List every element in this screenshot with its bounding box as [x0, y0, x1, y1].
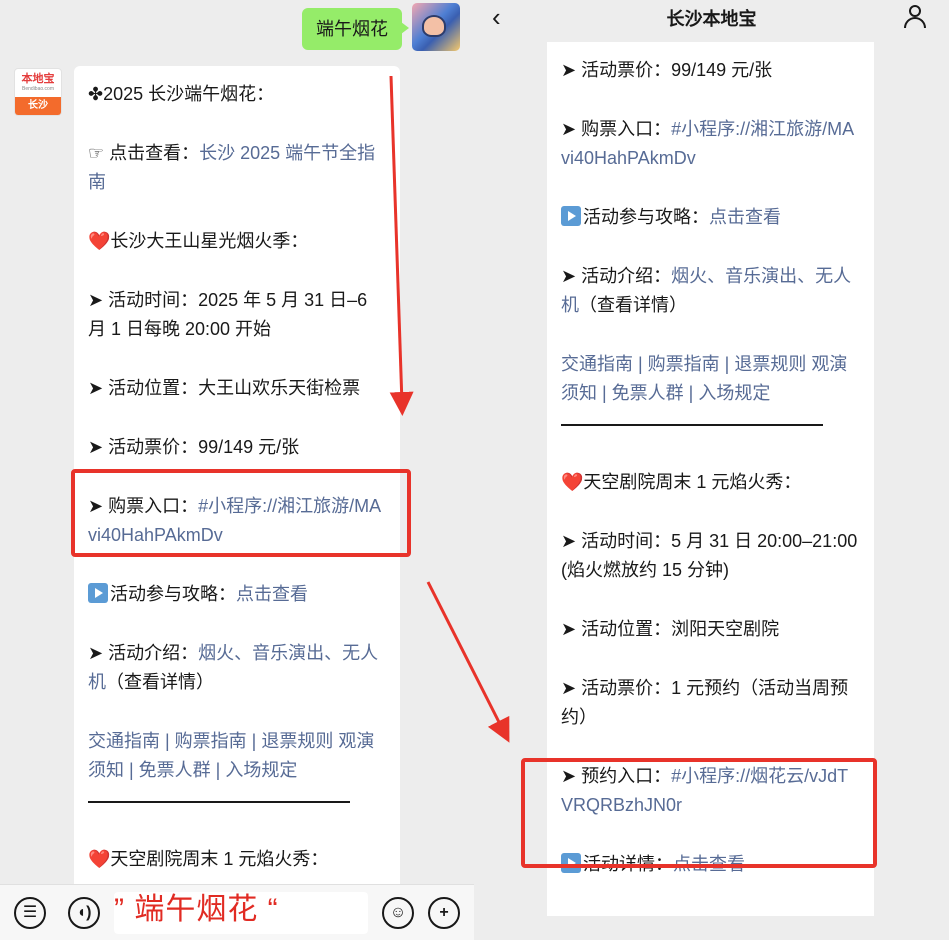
guide-prefix: ☞ 点击查看：	[88, 143, 200, 163]
guide-line: ☞ 点击查看：长沙 2025 端午节全指南	[88, 139, 386, 197]
voice-wave-icon[interactable]: ◖)	[68, 897, 100, 929]
reservation-entry-line: ➤ 预约入口：#小程序://烟花云/vJdTVRQRBzhJN0r	[561, 766, 849, 815]
event-detail-link[interactable]: 点击查看	[673, 854, 745, 874]
divider	[561, 424, 823, 426]
event-price: ➤ 活动票价：99/149 元/张	[561, 60, 773, 80]
voice-list-icon[interactable]: ☰	[14, 897, 46, 929]
quick-links[interactable]: 交通指南 | 购票指南 | 退票规则 观演须知 | 免票人群 | 入场规定	[88, 727, 386, 785]
user-profile-icon[interactable]	[903, 5, 927, 29]
fireworks-heading: ✤2025 长沙端午烟花：	[88, 84, 275, 104]
intro-line: ➤ 活动介绍：烟火、音乐演出、无人机（查看详情）	[561, 266, 852, 315]
keyword-overlay: ” 端午烟花 “	[114, 893, 279, 926]
play-icon	[88, 583, 108, 603]
event-detail-line: 活动详情：点击查看	[561, 850, 860, 879]
navigation-bar: ‹ 长沙本地宝	[474, 0, 949, 42]
heart-icon: ❤️	[88, 849, 111, 869]
event-price: ➤ 活动票价：99/149 元/张	[88, 437, 300, 457]
bot-avatar-logo-text: 本地宝	[21, 73, 55, 85]
bot-avatar-city: 长沙	[15, 97, 61, 115]
article-body[interactable]: ➤ 活动票价：99/149 元/张 ➤ 购票入口：#小程序://湘江旅游/MAv…	[547, 42, 874, 916]
strategy-link[interactable]: 点击查看	[236, 584, 308, 604]
play-icon	[561, 853, 581, 873]
sky-event-location: ➤ 活动位置：浏阳天空剧院	[561, 619, 780, 639]
bot-avatar-domain: Bendibao.com	[22, 86, 54, 92]
strategy-link[interactable]: 点击查看	[709, 207, 781, 227]
page-title: 长沙本地宝	[666, 9, 757, 29]
bot-reply-card[interactable]: ✤2025 长沙端午烟花： ☞ 点击查看：长沙 2025 端午节全指南 ❤️长沙…	[74, 66, 400, 926]
event-title-dawangshan: ❤️长沙大王山星光烟火季：	[88, 231, 309, 251]
event-time: ➤ 活动时间：2025 年 5 月 31 日–6 月 1 日每晚 20:00 开…	[88, 290, 368, 339]
plus-icon[interactable]: +	[428, 897, 460, 929]
quick-links[interactable]: 交通指南 | 购票指南 | 退票规则 观演须知 | 免票人群 | 入场规定	[561, 350, 860, 408]
sky-event-time: ➤ 活动时间：5 月 31 日 20:00–21:00(焰火燃放约 15 分钟)	[561, 531, 858, 580]
strategy-line: 活动参与攻略：点击查看	[88, 580, 386, 609]
ticket-entry-line: ➤ 购票入口：#小程序://湘江旅游/MAvi40HahPAkmDv	[561, 119, 855, 168]
event-location: ➤ 活动位置：大王山欢乐天街检票	[88, 378, 361, 398]
sky-event-price: ➤ 活动票价：1 元预约（活动当周预约）	[561, 678, 849, 727]
intro-line: ➤ 活动介绍：烟火、音乐演出、无人机（查看详情）	[88, 643, 379, 692]
play-icon	[561, 206, 581, 226]
event-title-sky-theatre: ❤️天空剧院周末 1 元焰火秀：	[88, 849, 329, 869]
ticket-entry-line: ➤ 购票入口：#小程序://湘江旅游/MAvi40HahPAkmDv	[88, 496, 382, 545]
heart-icon: ❤️	[561, 472, 584, 492]
chat-panel: 端午烟花 本地宝 Bendibao.com 长沙 ✤2025 长沙端午烟花： ☞…	[0, 0, 474, 940]
bot-avatar[interactable]: 本地宝 Bendibao.com 长沙	[14, 68, 62, 116]
user-message-bubble[interactable]: 端午烟花	[302, 8, 409, 50]
article-panel: ‹ 长沙本地宝 ➤ 活动票价：99/149 元/张 ➤ 购票入口：#小程序://…	[474, 0, 949, 940]
user-avatar[interactable]	[412, 3, 460, 51]
event-title-sky-theatre: ❤️天空剧院周末 1 元焰火秀：	[561, 472, 802, 492]
strategy-line: 活动参与攻略：点击查看	[561, 203, 860, 232]
divider	[88, 801, 350, 803]
heart-icon: ❤️	[88, 231, 111, 251]
emoji-icon[interactable]: ☺	[382, 897, 414, 929]
